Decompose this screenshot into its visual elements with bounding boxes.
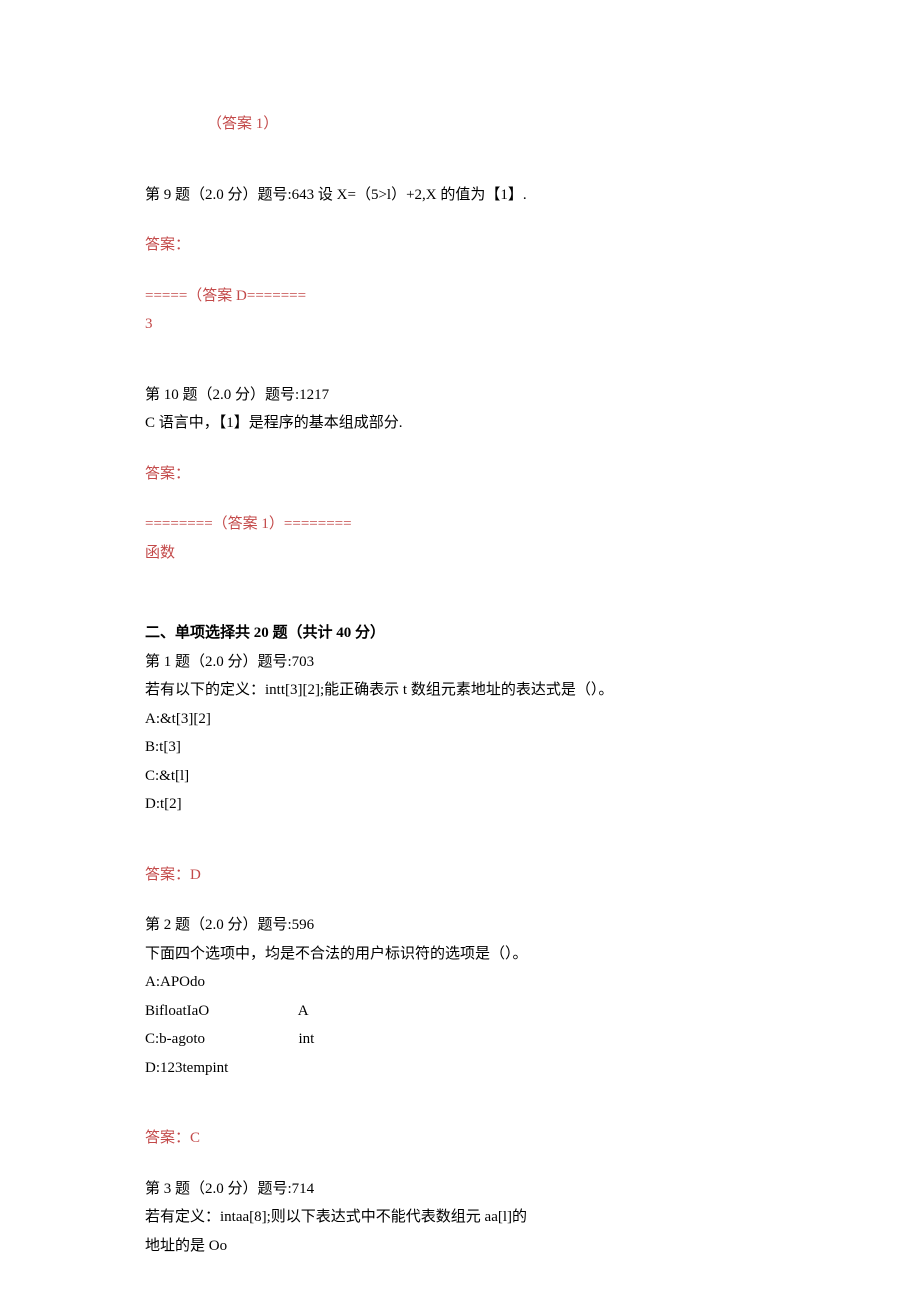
section2-q3-header: 第 3 题（2.0 分）题号:714 [145,1175,775,1204]
section2-q2-answer: 答案：C [145,1124,775,1153]
answer-label-q9: 答案： [145,231,775,260]
question-10-header: 第 10 题（2.0 分）题号:1217 [145,381,775,410]
answer-separator-q10: ========（答案 1）======== [145,510,775,539]
section2-q1-answer: 答案：D [145,861,775,890]
section2-q2-option-c-left: C:b-agoto [145,1025,235,1054]
section2-q2-option-a: A:APOdo [145,968,775,997]
question-9-header: 第 9 题（2.0 分）题号:643 设 X=（5>l）+2,X 的值为【1】. [145,181,775,210]
section2-q1-option-c: C:&t[l] [145,762,775,791]
section2-q2-option-c: C:b-agoto int [145,1025,775,1054]
section2-q1-body: 若有以下的定义：intt[3][2];能正确表示 t 数组元素地址的表达式是（）… [145,676,775,705]
section-2-title: 二、单项选择共 20 题（共计 40 分） [145,619,775,648]
question-10-body: C 语言中，【1】是程序的基本组成部分. [145,409,775,438]
answer-value-q9: 3 [145,310,775,339]
section2-q1-option-a: A:&t[3][2] [145,705,775,734]
section2-q2-option-b-right: A [298,1003,309,1019]
section2-q1-option-b: B:t[3] [145,733,775,762]
section2-q2-header: 第 2 题（2.0 分）题号:596 [145,911,775,940]
section2-q2-body: 下面四个选项中，均是不合法的用户标识符的选项是（）。 [145,940,775,969]
section2-q3-body-line2: 地址的是 Oo [145,1232,775,1261]
section2-q2-option-b: BifloatIaO A [145,997,775,1026]
answer-marker-line: （答案 1） [145,110,775,139]
answer-value-q10: 函数 [145,539,775,568]
section2-q2-option-b-left: BifloatIaO [145,997,235,1026]
section2-q3-body-line1: 若有定义：intaa[8];则以下表达式中不能代表数组元 aa[l]的 [145,1203,775,1232]
section2-q2-option-d: D:123tempint [145,1054,775,1083]
answer-label-q10: 答案： [145,460,775,489]
section2-q1-option-d: D:t[2] [145,790,775,819]
answer-separator-q9: =====（答案 D======= [145,282,775,311]
section2-q1-header: 第 1 题（2.0 分）题号:703 [145,648,775,677]
section2-q2-option-c-right: int [299,1031,315,1047]
